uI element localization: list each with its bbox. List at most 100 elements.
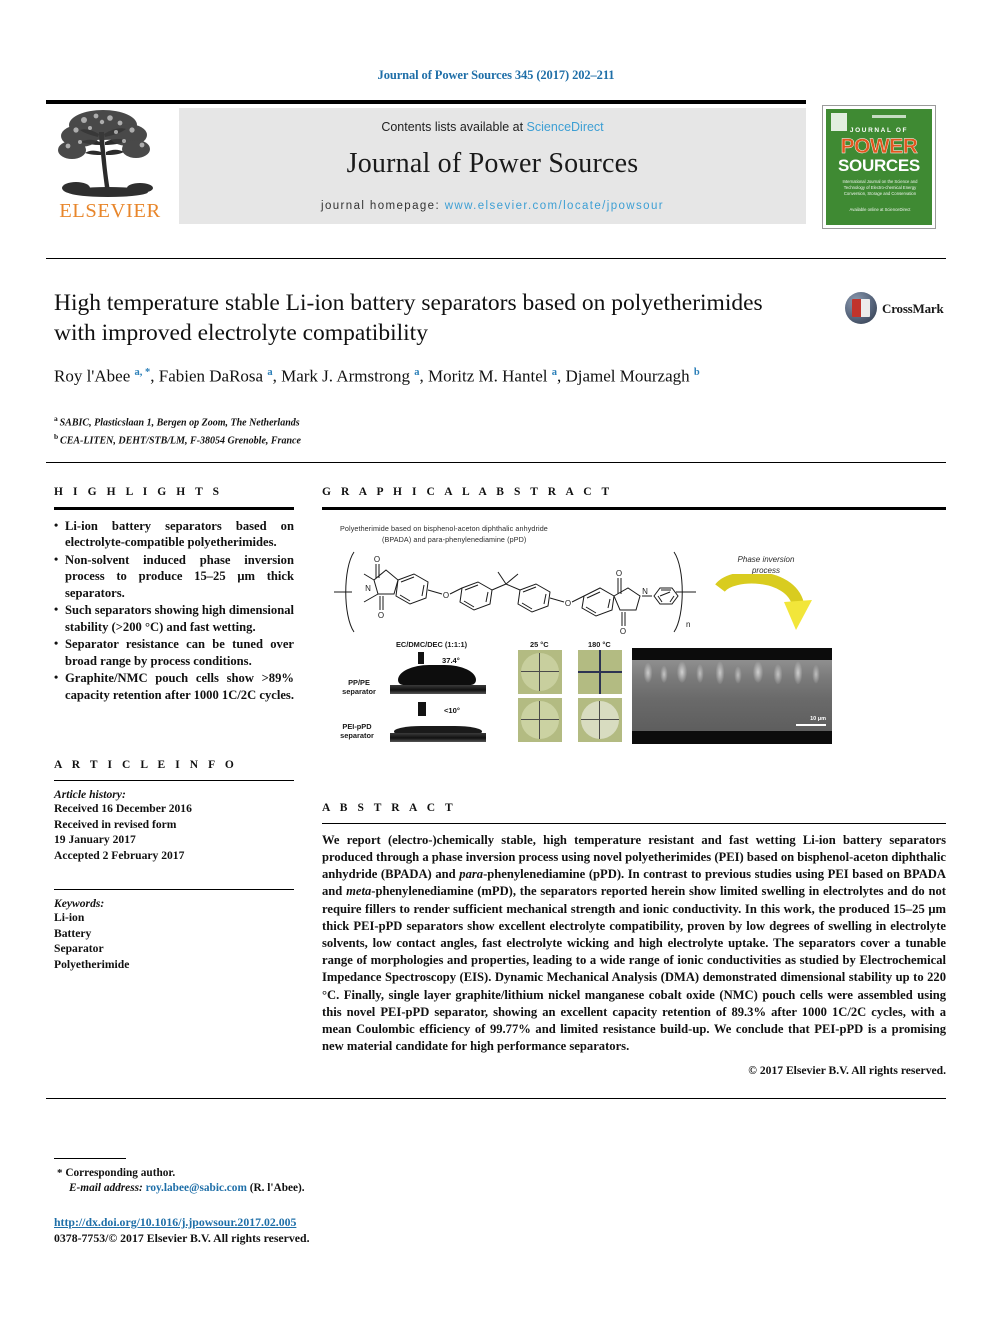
left-column: H I G H L I G H T S Li-ion battery separ…	[54, 486, 294, 972]
ga-comparison-panel: EC/DMC/DEC (1:1:1) 25 °C 180 °C PP/PE se…	[322, 640, 946, 752]
atom-label-o: O	[374, 555, 380, 564]
crossmark-label: CrossMark	[882, 301, 944, 316]
membrane-disc	[521, 652, 559, 691]
atom-label-o: O	[443, 591, 449, 600]
graphical-abstract-rule	[322, 507, 946, 510]
crosshair-v	[599, 649, 601, 694]
author-name: Djamel Mourzagh	[565, 366, 694, 386]
email-link[interactable]: roy.labee@sabic.com	[146, 1182, 247, 1194]
masthead-top-rule	[46, 100, 806, 104]
keyword-item: Battery	[54, 926, 92, 940]
shrinkage-photo-pppe-180c	[578, 649, 622, 694]
contents-line: Contents lists available at ScienceDirec…	[179, 120, 806, 134]
elsevier-wordmark: ELSEVIER	[59, 200, 161, 222]
crosshair-h	[521, 718, 559, 720]
article-info-rule	[54, 780, 294, 782]
author-separator: ,	[150, 366, 159, 386]
contact-angle-image-peippd	[390, 699, 486, 742]
abstract-rule	[322, 822, 946, 824]
highlights-rule	[54, 507, 294, 510]
cover-top-rule	[872, 115, 906, 118]
corresponding-author-text: Corresponding author.	[65, 1167, 176, 1179]
ga-row-label-peippd-line2: separator	[340, 731, 374, 740]
crossmark-badge[interactable]: CrossMark	[845, 292, 944, 326]
repeat-unit-subscript: n	[686, 619, 691, 629]
sem-background-bottom	[632, 731, 832, 744]
sem-cross-section-image: 10 μm	[632, 647, 832, 744]
graphical-abstract-figure: Polyetherimide based on bisphenol-aceton…	[322, 521, 946, 754]
author-name: Moritz M. Hantel	[428, 366, 552, 386]
footnote-asterisk: *	[57, 1167, 63, 1179]
email-address-label: E-mail address:	[69, 1182, 143, 1194]
ga-row-label-pppe-line1: PP/PE	[348, 677, 370, 687]
crosshair-h	[581, 718, 619, 720]
article-history-lines: Received 16 December 2016 Received in rev…	[54, 801, 294, 863]
graphical-abstract-heading: G R A P H I C A L A B S T R A C T	[322, 486, 613, 498]
running-head: Journal of Power Sources 345 (2017) 202–…	[377, 68, 615, 82]
affiliation-line: b CEA-LITEN, DEHT/STB/LM, F-38054 Grenob…	[54, 430, 754, 448]
sem-scale-bar	[796, 723, 826, 727]
shrinkage-photo-peippd-180c	[578, 697, 622, 742]
contact-angle-value-peippd: <10°	[444, 705, 460, 715]
copyright-line: © 2017 Elsevier B.V. All rights reserved…	[748, 1064, 946, 1078]
abstract-text-run: -phenylenediamine (mPD), the separators …	[322, 884, 946, 1054]
crossmark-book-right	[861, 299, 870, 317]
sem-scale-label: 10 μm	[810, 716, 826, 723]
shrinkage-photo-pppe-25c	[518, 649, 562, 694]
journal-cover-art: JOURNAL OF POWER SOURCES International J…	[826, 109, 932, 225]
ga-row-label-peippd-line1: PEI-pPD	[342, 721, 372, 731]
atom-label-n: N	[365, 584, 371, 593]
paper-page: Journal of Power Sources 345 (2017) 202–…	[0, 0, 992, 1323]
cover-sources-label: SOURCES	[838, 156, 920, 175]
atom-label-o: O	[620, 627, 626, 636]
corresponding-author-note: * Corresponding author. E-mail address: …	[57, 1166, 557, 1196]
cover-subtitle: International Journal on the Science and…	[842, 179, 918, 196]
highlights-list: Li-ion battery separators based on elect…	[54, 517, 294, 704]
ga-caption-line-1: Polyetherimide based on bisphenol-aceton…	[340, 523, 548, 533]
keywords-label: Keywords:	[54, 897, 105, 911]
abstract-heading: A B S T R A C T	[322, 801, 457, 814]
phase-inversion-label-line1: Phase inversion	[737, 554, 795, 564]
keyword-item: Separator	[54, 942, 104, 956]
shrinkage-photo-peippd-25c	[518, 697, 562, 742]
droplet-shape	[394, 725, 482, 733]
abstract-text: We report (electro-)chemically stable, h…	[322, 832, 946, 1056]
ga-row-label-pppe: PP/PE separator	[332, 678, 386, 697]
homepage-url-link[interactable]: www.elsevier.com/locate/jpowsour	[445, 200, 664, 212]
sciencedirect-link[interactable]: ScienceDirect	[527, 120, 604, 134]
contact-angle-image-pppe	[390, 651, 486, 694]
keyword-item: Polyetherimide	[54, 957, 130, 971]
keyword-item: Li-ion	[54, 911, 85, 925]
contact-angle-value-pppe: 37.4°	[442, 655, 460, 665]
journal-title: Journal of Power Sources	[346, 148, 639, 179]
article-history-line: Received 16 December 2016	[54, 802, 192, 816]
separator-substrate	[390, 684, 486, 694]
ga-col-header-25c: 25 °C	[530, 639, 549, 649]
sciencedirect-band: Contents lists available at ScienceDirec…	[179, 108, 806, 224]
sem-membrane-layer	[632, 659, 832, 731]
highlight-item: Li-ion battery separators based on elect…	[54, 517, 294, 551]
syringe-needle	[418, 701, 426, 716]
crosshair-v	[539, 700, 540, 739]
affiliation-list: a SABIC, Plasticslaan 1, Bergen op Zoom,…	[54, 412, 754, 448]
cover-footer-text: Available online at ScienceDirect	[849, 207, 911, 212]
right-column: G R A P H I C A L A B S T R A C T Polyet…	[322, 486, 946, 1077]
cover-journal-of-label: JOURNAL OF	[849, 127, 909, 134]
atom-label-o: O	[565, 599, 571, 608]
ga-col-header-electrolyte: EC/DMC/DEC (1:1:1)	[396, 639, 468, 649]
affiliation-text: CEA-LITEN, DEHT/STB/LM, F-38054 Grenoble…	[60, 435, 301, 447]
highlight-item: Non-solvent induced phase inversion proc…	[54, 551, 294, 602]
elsevier-logo: ELSEVIER	[46, 108, 174, 228]
keywords-lines: Li-ion Battery Separator Polyetherimide	[54, 910, 294, 972]
doi-link[interactable]: http://dx.doi.org/10.1016/j.jpowsour.201…	[54, 1215, 296, 1230]
homepage-prefix: journal homepage:	[321, 200, 445, 212]
article-history-line: Accepted 2 February 2017	[54, 848, 185, 862]
journal-masthead: ELSEVIER Contents lists available at Sci…	[46, 100, 946, 230]
highlight-item: Separator resistance can be tuned over b…	[54, 635, 294, 669]
article-info-heading: A R T I C L E I N F O	[54, 759, 238, 771]
ga-col-header-180c: 180 °C	[588, 639, 611, 649]
crosshair-v	[539, 652, 540, 691]
footer-rule	[46, 1098, 946, 1099]
droplet-shape	[398, 664, 476, 685]
syringe-needle	[418, 651, 424, 664]
